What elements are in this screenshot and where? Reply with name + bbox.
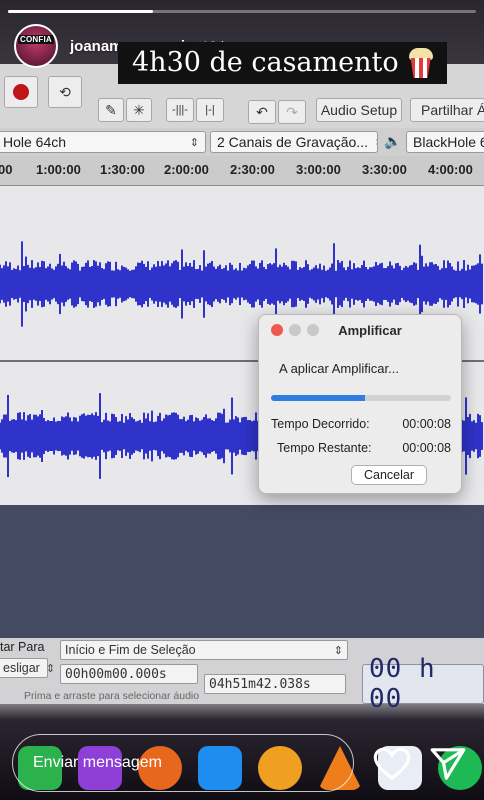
chevron-updown-icon: ⇕ — [45, 662, 56, 675]
cancel-button[interactable]: Cancelar — [351, 465, 427, 485]
avatar[interactable]: CONFIA — [14, 24, 58, 68]
remaining-label: Tempo Restante: — [277, 441, 372, 455]
story-progress-fill — [8, 10, 154, 13]
audio-position-display: 00 h 00 — [362, 654, 484, 714]
ruler-tick: 1:30:00 — [100, 162, 145, 177]
audio-position-value: 00 h 00 — [369, 654, 436, 714]
selection-end-time[interactable]: 04h51m42.038s — [204, 674, 346, 694]
heart-icon[interactable] — [372, 744, 412, 784]
ruler-tick: 2:30:00 — [230, 162, 275, 177]
chevron-updown-icon: ⇕ — [333, 644, 343, 657]
status-hint: Prima e arraste para selecionar áudio — [24, 690, 200, 702]
redo-button[interactable]: ↷ — [278, 100, 306, 124]
send-message-input[interactable]: Enviar mensagem — [12, 734, 354, 792]
remaining-row: Tempo Restante: 00:00:08 — [271, 441, 451, 455]
redo-icon: ↷ — [286, 103, 298, 120]
undo-icon: ↶ — [256, 103, 268, 120]
channels-value: 2 Canais de Gravação... — [217, 134, 368, 150]
snap-to-value: esligar — [3, 661, 40, 675]
multi-tool-button[interactable]: ✳ — [126, 98, 152, 122]
ruler-tick: 3:30:00 — [362, 162, 407, 177]
timeline-ruler[interactable]: 00 1:00:00 1:30:00 2:00:00 2:30:00 3:00:… — [0, 156, 484, 186]
amplify-dialog: Amplificar A aplicar Amplificar... Tempo… — [258, 314, 462, 494]
audio-setup-label: Audio Setup — [320, 102, 398, 118]
silence-icon: |-| — [205, 104, 215, 116]
selection-mode-select[interactable]: Início e Fim de Seleção ⇕ — [60, 640, 348, 660]
record-icon — [13, 84, 29, 100]
loop-icon: ⟲ — [59, 83, 71, 100]
elapsed-row: Tempo Decorrido: 00:00:08 — [271, 417, 451, 431]
amplify-progress-bar — [271, 395, 451, 401]
output-device-select[interactable]: BlackHole 6 — [406, 131, 484, 153]
trim-button[interactable]: -|||- — [166, 98, 194, 122]
multi-tool-icon: ✳ — [133, 101, 145, 118]
audio-setup-button[interactable]: Audio Setup — [316, 98, 402, 122]
send-message-placeholder: Enviar mensagem — [33, 754, 162, 771]
selection-mode-value: Início e Fim de Seleção — [65, 643, 196, 657]
channels-select[interactable]: 2 Canais de Gravação... ⇕ — [210, 131, 378, 153]
snap-to-label: tar Para — [0, 640, 45, 654]
story-photo: ⟲ ✎ ✳ -|||- |-| ↶ ↷ Audio Setup Partilha… — [0, 0, 484, 800]
minimize-window-icon[interactable] — [289, 324, 301, 336]
elapsed-value: 00:00:08 — [402, 417, 451, 431]
output-device-value: BlackHole 6 — [413, 134, 484, 150]
chevron-updown-icon: ⇕ — [189, 136, 199, 149]
selection-start-value: 00h00m00.000s — [65, 666, 167, 682]
remaining-value: 00:00:08 — [402, 441, 451, 455]
send-icon[interactable] — [428, 744, 468, 784]
caption-text: 4h30 de casamento — [132, 47, 399, 78]
pencil-icon: ✎ — [105, 101, 117, 118]
share-audio-label: Partilhar Ám — [421, 102, 484, 118]
input-device-value: Hole 64ch — [3, 134, 67, 150]
amplify-progress-fill — [271, 395, 365, 401]
story-progress-bar — [8, 10, 476, 13]
ruler-tick: 1:00:00 — [36, 162, 81, 177]
ruler-tick: 4:00:00 — [428, 162, 473, 177]
popcorn-icon — [408, 48, 433, 78]
selection-end-value: 04h51m42.038s — [209, 676, 311, 692]
share-audio-button[interactable]: Partilhar Ám — [410, 98, 484, 122]
story-caption: 4h30 de casamento — [118, 42, 447, 84]
loop-button[interactable]: ⟲ — [48, 76, 82, 108]
ruler-tick: 3:00:00 — [296, 162, 341, 177]
device-toolbar: Hole 64ch ⇕ 2 Canais de Gravação... ⇕ 🔈 … — [0, 128, 484, 156]
undo-button[interactable]: ↶ — [248, 100, 276, 124]
input-device-select[interactable]: Hole 64ch ⇕ — [0, 131, 206, 153]
silence-button[interactable]: |-| — [196, 98, 224, 122]
chevron-updown-icon: ⇕ — [368, 136, 377, 149]
avatar-tag: CONFIA — [18, 35, 54, 44]
close-window-icon[interactable] — [271, 324, 283, 336]
ruler-tick: 2:00:00 — [164, 162, 209, 177]
record-button[interactable] — [4, 76, 38, 108]
snap-to-select[interactable]: esligar ⇕ — [0, 658, 55, 678]
ruler-tick: 00 — [0, 162, 13, 177]
empty-track-area[interactable] — [0, 505, 484, 645]
trim-icon: -|||- — [172, 104, 188, 116]
dialog-titlebar: Amplificar — [259, 315, 461, 345]
dialog-message: A aplicar Amplificar... — [279, 361, 399, 376]
draw-tool-button[interactable]: ✎ — [98, 98, 124, 122]
elapsed-label: Tempo Decorrido: — [271, 417, 370, 431]
speaker-icon: 🔈 — [384, 133, 402, 149]
zoom-window-icon[interactable] — [307, 324, 319, 336]
selection-start-time[interactable]: 00h00m00.000s — [60, 664, 198, 684]
